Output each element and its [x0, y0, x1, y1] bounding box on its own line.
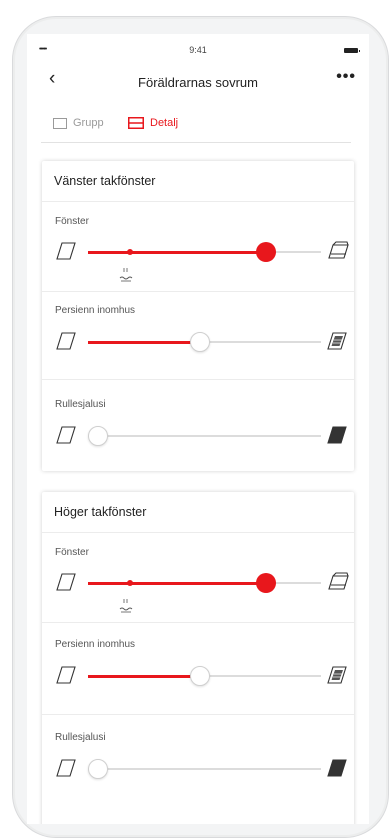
- shutter-open-icon: [56, 758, 76, 783]
- slider-thumb[interactable]: [256, 242, 277, 262]
- slider-track: [88, 435, 321, 437]
- shutter-closed-icon: [327, 425, 347, 450]
- divider: [42, 379, 354, 380]
- window-group-card: Höger takfönster Fönster Persienn inomhu…: [42, 492, 354, 824]
- group-title: Höger takfönster: [54, 505, 147, 519]
- row-label-persienn: Persienn inomhus: [55, 639, 136, 650]
- rullesjalusi-slider[interactable]: [88, 759, 321, 779]
- slider-track: [88, 768, 321, 770]
- status-time: 9:41: [189, 45, 207, 55]
- divider: [42, 714, 354, 715]
- fonster-slider[interactable]: [88, 242, 321, 262]
- rain-position-marker: [126, 580, 133, 586]
- status-bar: ••••• 9:41: [27, 34, 369, 64]
- slider-fill: [88, 250, 267, 254]
- divider: [42, 622, 354, 623]
- window-open-icon: [327, 572, 349, 597]
- blind-closed-icon: [327, 331, 347, 356]
- slider-fill: [88, 340, 201, 344]
- blind-open-icon: [56, 665, 76, 690]
- tab-detalj-label: Detalj: [150, 117, 179, 129]
- page-title: Föräldrarnas sovrum: [138, 75, 258, 90]
- battery-icon: [344, 48, 360, 53]
- rain-position-marker: [126, 249, 133, 255]
- tab-detalj[interactable]: Detalj: [128, 117, 178, 129]
- slider-thumb[interactable]: [256, 573, 277, 593]
- persienn-slider[interactable]: [88, 332, 321, 352]
- view-tabs: Grupp Detalj: [41, 114, 351, 143]
- slider-thumb[interactable]: [190, 666, 211, 686]
- divider: [42, 532, 354, 533]
- row-label-rullesjalusi: Rullesjalusi: [55, 399, 106, 410]
- rullesjalusi-slider[interactable]: [88, 426, 321, 446]
- window-closed-icon: [56, 572, 76, 597]
- blind-closed-icon: [327, 665, 347, 690]
- detail-view-icon: [128, 117, 144, 129]
- app-screen: ••••• 9:41 ‹ Föräldrarnas sovrum ••• Gru…: [27, 34, 369, 824]
- slider-fill: [88, 581, 267, 585]
- nav-bar: ‹ Föräldrarnas sovrum •••: [27, 64, 369, 100]
- tab-grupp[interactable]: Grupp: [53, 117, 104, 129]
- rain-sensor-icon: [119, 598, 133, 619]
- window-open-icon: [327, 241, 349, 266]
- shutter-closed-icon: [327, 758, 347, 783]
- slider-thumb[interactable]: [190, 332, 211, 352]
- rain-sensor-icon: [119, 267, 133, 288]
- row-label-fonster: Fönster: [55, 547, 89, 558]
- tab-grupp-label: Grupp: [73, 117, 104, 129]
- divider: [42, 201, 354, 202]
- more-icon[interactable]: •••: [336, 68, 356, 86]
- slider-thumb[interactable]: [88, 426, 108, 446]
- divider: [42, 291, 354, 292]
- blind-open-icon: [56, 331, 76, 356]
- group-title: Vänster takfönster: [54, 174, 156, 188]
- fonster-slider[interactable]: [88, 573, 321, 593]
- persienn-slider[interactable]: [88, 666, 321, 686]
- row-label-persienn: Persienn inomhus: [55, 305, 136, 316]
- slider-fill: [88, 674, 201, 678]
- row-label-fonster: Fönster: [55, 216, 89, 227]
- window-closed-icon: [56, 241, 76, 266]
- row-label-rullesjalusi: Rullesjalusi: [55, 732, 106, 743]
- group-view-icon: [53, 117, 67, 129]
- shutter-open-icon: [56, 425, 76, 450]
- window-group-card: Vänster takfönster Fönster Persienn inom…: [42, 161, 354, 471]
- slider-thumb[interactable]: [88, 759, 108, 779]
